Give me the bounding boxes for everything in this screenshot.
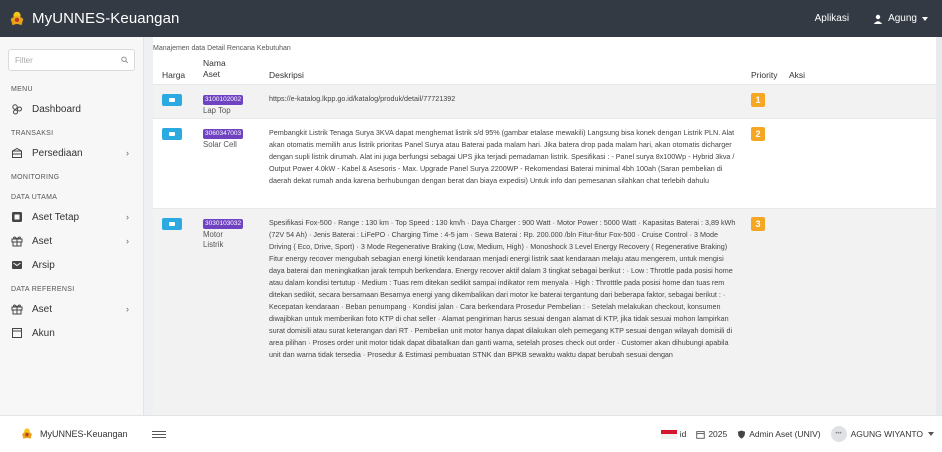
main-content: Manajemen data Detail Rencana Kebutuhan … — [153, 37, 942, 415]
sidebar-item-label: Arsip — [32, 259, 55, 271]
price-button[interactable] — [162, 94, 182, 106]
sidebar-item-aset-tetap[interactable]: Aset Tetap › — [0, 205, 143, 229]
price-button[interactable] — [162, 218, 182, 230]
chevron-right-icon: › — [126, 304, 129, 314]
account-icon — [11, 327, 23, 339]
footer-user-name: AGUNG WIYANTO — [850, 429, 923, 439]
footer-brand[interactable]: MyUNNES-Keuangan — [0, 427, 150, 441]
user-menu[interactable]: Agung — [873, 13, 928, 24]
col-aksi: Aksi — [789, 70, 806, 80]
year-selector[interactable]: 2025 — [696, 429, 727, 439]
asset-name: Motor Listrik — [203, 230, 224, 249]
asset-code-badge: 3060347003 — [203, 129, 244, 139]
asset-name: Lap Top — [203, 106, 231, 115]
table-row: 3100102002 Lap Top https://e-katalog.lkp… — [153, 85, 942, 119]
user-name: Agung — [888, 13, 917, 24]
chevron-right-icon: › — [126, 236, 129, 246]
asset-code-badge: 3030103032 — [203, 219, 244, 229]
sidebar-item-label: Aset Tetap — [32, 211, 80, 223]
price-button[interactable] — [162, 128, 182, 140]
apps-menu[interactable]: Aplikasi — [815, 13, 849, 24]
table-row: 3060347003 Solar Cell Pembangkit Listrik… — [153, 119, 942, 209]
section-data-utama: DATA UTAMA — [11, 194, 58, 201]
col-nama-aset: Nama Aset — [203, 58, 226, 79]
sidebar-item-label: Aset — [32, 235, 53, 247]
sidebar-item-label: Aset — [32, 303, 53, 315]
section-transaksi: TRANSAKSI — [11, 130, 54, 137]
price-icon — [169, 222, 175, 226]
section-menu: MENU — [11, 86, 33, 93]
col-harga: Harga — [162, 70, 186, 80]
filter-box — [8, 49, 135, 71]
app-title: MyUNNES-Keuangan — [32, 10, 180, 27]
role-selector[interactable]: Admin Aset (UNIV) — [737, 429, 821, 439]
asset-description: https://e-katalog.lkpp.go.id/katalog/pro… — [269, 94, 456, 103]
footer-app-title: MyUNNES-Keuangan — [40, 429, 128, 439]
gift-icon — [11, 235, 23, 247]
price-icon — [169, 98, 175, 102]
indonesia-flag-icon — [660, 429, 677, 439]
top-navbar: MyUNNES-Keuangan Aplikasi Agung — [0, 0, 942, 37]
chevron-down-icon — [928, 432, 934, 436]
section-monitoring: MONITORING — [11, 174, 60, 181]
gift-icon — [11, 303, 23, 315]
table-header: Harga Nama Aset Deskripsi Priority Aksi — [153, 57, 942, 85]
unnes-logo-icon — [10, 11, 24, 25]
sidebar-item-aset[interactable]: Aset › — [0, 229, 143, 253]
language-code: id — [679, 429, 687, 439]
asset-code-badge: 3100102002 — [203, 95, 244, 105]
section-data-referensi: DATA REFERENSI — [11, 286, 75, 293]
asset-description: Spesifikasi Fox-500 · Range : 130 km · T… — [269, 218, 736, 359]
price-icon — [169, 132, 175, 136]
priority-badge: 3 — [751, 217, 765, 231]
dashboard-icon — [11, 103, 23, 115]
table-row: 3030103032 Motor Listrik Spesifikasi Fox… — [153, 209, 942, 415]
asset-name: Solar Cell — [203, 140, 237, 149]
chevron-right-icon: › — [126, 212, 129, 222]
chevron-right-icon: › — [126, 148, 129, 158]
archive-icon — [11, 259, 23, 271]
sidebar-item-aset-ref[interactable]: Aset › — [0, 297, 143, 321]
asset-description: Pembangkit Listrik Tenaga Surya 3KVA dap… — [269, 128, 735, 185]
user-icon — [873, 14, 883, 24]
role-name: Admin Aset (UNIV) — [749, 429, 821, 439]
sidebar-item-akun[interactable]: Akun — [0, 321, 143, 345]
vertical-scrollbar[interactable] — [936, 37, 942, 415]
inventory-icon — [11, 147, 23, 159]
priority-badge: 2 — [751, 127, 765, 141]
sidebar-item-label: Akun — [32, 327, 55, 339]
sidebar-item-persediaan[interactable]: Persediaan › — [0, 141, 143, 165]
unnes-logo-icon — [22, 428, 32, 439]
calendar-icon — [696, 430, 706, 439]
sidebar: MENU Dashboard TRANSAKSI Persediaan › MO… — [0, 37, 144, 415]
hamburger-menu-icon[interactable] — [152, 430, 166, 438]
search-icon[interactable] — [120, 56, 128, 64]
footer-user-menu[interactable]: ••• AGUNG WIYANTO — [830, 426, 934, 442]
priority-badge: 1 — [751, 93, 765, 107]
year-value: 2025 — [708, 429, 728, 439]
col-deskripsi: Deskripsi — [269, 70, 304, 80]
bottom-bar: MyUNNES-Keuangan id 2025 Admin Aset (UNI… — [0, 415, 942, 452]
col-priority: Priority — [751, 70, 778, 80]
filter-input[interactable] — [15, 55, 121, 65]
sidebar-item-dashboard[interactable]: Dashboard — [0, 97, 143, 121]
language-selector[interactable]: id — [660, 429, 687, 439]
sidebar-item-arsip[interactable]: Arsip — [0, 253, 143, 277]
brand[interactable]: MyUNNES-Keuangan — [0, 0, 180, 37]
avatar: ••• — [830, 426, 847, 442]
breadcrumb: Manajemen data Detail Rencana Kebutuhan — [153, 45, 291, 52]
sidebar-item-label: Dashboard — [32, 103, 81, 115]
chevron-down-icon — [922, 16, 928, 21]
fixed-asset-icon — [11, 211, 23, 223]
shield-icon — [738, 429, 746, 439]
sidebar-item-label: Persediaan — [32, 147, 83, 159]
